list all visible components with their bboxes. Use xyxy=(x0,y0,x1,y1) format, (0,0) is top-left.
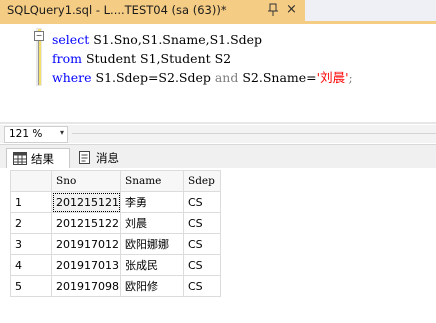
document-tab-strip: SQLQuery1.sql - L....TEST04 (sa (63))* × xyxy=(0,0,436,22)
tab-results-label: 结果 xyxy=(31,151,54,166)
collapse-icon[interactable]: − xyxy=(34,31,44,41)
query-tab-title: SQLQuery1.sql - L....TEST04 (sa (63))* xyxy=(7,3,227,17)
message-icon xyxy=(79,151,90,164)
zoom-dropdown[interactable]: 121 % ▾ xyxy=(4,126,68,143)
code-text: S1.Sno,S1.Sname,S1.Sdep xyxy=(89,32,263,47)
editor-horizontal-scrollbar[interactable] xyxy=(0,122,436,124)
grid-cell[interactable]: 201917013 xyxy=(51,254,121,276)
code-line-1: select S1.Sno,S1.Sname,S1.Sdep xyxy=(52,30,353,49)
tab-results[interactable]: 结果 xyxy=(6,148,70,168)
column-header[interactable]: Sdep xyxy=(183,170,221,192)
grid-cell[interactable]: CS xyxy=(183,254,221,276)
close-tab-button[interactable]: × xyxy=(286,1,297,19)
grid-cell[interactable]: CS xyxy=(183,233,221,255)
zoom-bar: 121 % ▾ xyxy=(0,125,436,143)
grid-cell[interactable]: CS xyxy=(183,275,221,297)
grid-corner[interactable] xyxy=(10,170,52,192)
zoom-value: 121 % xyxy=(9,128,43,140)
table-row: 5 201917098 欧阳修 CS xyxy=(10,275,221,297)
row-number[interactable]: 2 xyxy=(10,212,52,234)
row-number[interactable]: 1 xyxy=(10,191,52,213)
code-keyword: from xyxy=(52,51,82,66)
code-string: '刘晨' xyxy=(316,70,349,85)
query-tab[interactable]: SQLQuery1.sql - L....TEST04 (sa (63))* × xyxy=(0,0,305,22)
grid-cell[interactable]: 201215121 xyxy=(51,191,121,213)
table-row: 1 201215121 李勇 CS xyxy=(10,191,221,213)
code-text: Student S1,Student S2 xyxy=(81,51,232,66)
tab-messages-label: 消息 xyxy=(96,150,119,165)
results-tab-bar: 结果 消息 xyxy=(0,144,436,169)
row-number[interactable]: 5 xyxy=(10,275,52,297)
chevron-down-icon: ▾ xyxy=(59,128,64,137)
row-number[interactable]: 4 xyxy=(10,254,52,276)
grid-cell[interactable]: 201917098 xyxy=(51,275,121,297)
grid-cell[interactable]: CS xyxy=(183,212,221,234)
code-keyword: where xyxy=(52,70,92,85)
code-line-3: where S1.Sdep=S2.Sdep and S2.Sname='刘晨'; xyxy=(52,68,353,87)
row-number[interactable]: 3 xyxy=(10,233,52,255)
code-operator: and xyxy=(214,70,239,85)
pin-icon[interactable] xyxy=(266,2,280,18)
grid-cell[interactable]: 201917012 xyxy=(51,233,121,255)
column-header[interactable]: Sno xyxy=(51,170,121,192)
code-line-2: from Student S1,Student S2 xyxy=(52,49,353,68)
grid-cell[interactable]: 欧阳修 xyxy=(120,275,184,297)
grid-cell[interactable]: 李勇 xyxy=(120,191,184,213)
grid-header-row: Sno Sname Sdep xyxy=(10,170,221,192)
table-row: 3 201917012 欧阳娜娜 CS xyxy=(10,233,221,255)
grid-cell[interactable]: 刘晨 xyxy=(120,212,184,234)
divider xyxy=(72,133,436,134)
results-grid-area: Sno Sname Sdep 1 201215121 李勇 CS 2 20121… xyxy=(0,168,436,323)
code-keyword: select xyxy=(52,32,90,47)
grid-cell[interactable]: 张成民 xyxy=(120,254,184,276)
tab-messages[interactable]: 消息 xyxy=(72,148,134,167)
grid-icon xyxy=(13,152,27,165)
fold-guide-line xyxy=(38,41,39,85)
code-text: S1.Sdep=S2.Sdep xyxy=(91,70,215,85)
results-grid: Sno Sname Sdep 1 201215121 李勇 CS 2 20121… xyxy=(10,170,221,297)
column-header[interactable]: Sname xyxy=(120,170,184,192)
grid-cell[interactable]: 201215122 xyxy=(51,212,121,234)
grid-cell[interactable]: 欧阳娜娜 xyxy=(120,233,184,255)
sql-code[interactable]: select S1.Sno,S1.Sname,S1.Sdep from Stude… xyxy=(52,30,353,87)
table-row: 4 201917013 张成民 CS xyxy=(10,254,221,276)
code-terminator: ; xyxy=(348,70,353,85)
sql-editor[interactable]: − select S1.Sno,S1.Sname,S1.Sdep from Stu… xyxy=(0,24,436,122)
table-row: 2 201215122 刘晨 CS xyxy=(10,212,221,234)
code-text: S2.Sname= xyxy=(238,70,317,85)
grid-cell[interactable]: CS xyxy=(183,191,221,213)
